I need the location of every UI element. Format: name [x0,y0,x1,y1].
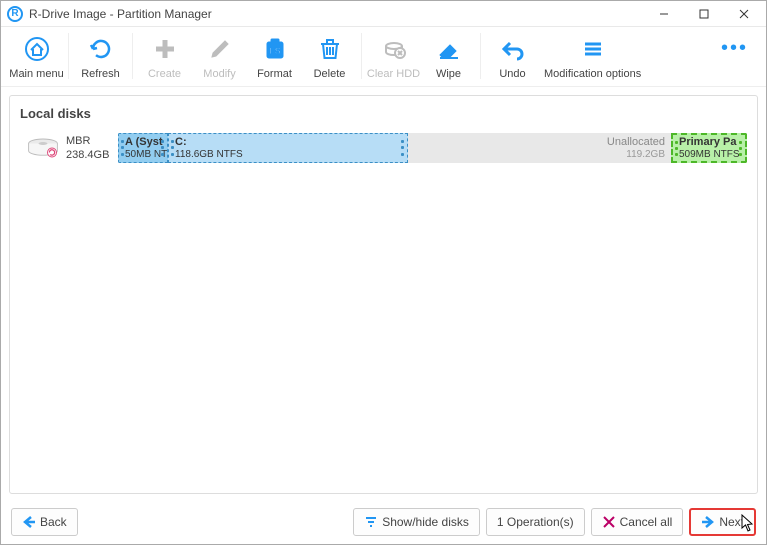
modification-options-label: Modification options [544,68,641,80]
trash-icon [318,36,342,62]
footer: Back Show/hide disks 1 Operation(s) Canc… [1,502,766,544]
modification-options-button[interactable]: Modification options [540,27,645,85]
clear-hdd-button: Clear HDD [366,27,421,85]
window-title: R-Drive Image - Partition Manager [29,7,644,21]
partition-name: Primary Pa [679,136,739,149]
svg-text:FS: FS [269,46,281,56]
modify-button: Modify [192,27,247,85]
undo-button[interactable]: Undo [485,27,540,85]
format-icon: FS [263,36,287,62]
plus-icon [153,36,177,62]
cancel-all-label: Cancel all [620,515,673,529]
close-button[interactable] [724,2,764,26]
clear-hdd-icon [382,36,406,62]
partition-system[interactable]: A (Syst 50MB NTF [118,133,168,163]
disk-row[interactable]: MBR 238.4GB A (Syst 50MB NTF C: 118.6GB … [20,131,747,165]
refresh-label: Refresh [81,68,120,80]
create-label: Create [148,68,181,80]
arrow-left-icon [22,515,36,529]
titlebar: R R-Drive Image - Partition Manager [1,1,766,27]
toolbar: Main menu Refresh Create Modify FS Forma… [1,27,766,87]
partition-c[interactable]: C: 118.6GB NTFS [168,133,408,163]
clear-hdd-label: Clear HDD [367,68,420,80]
cancel-icon [602,515,616,529]
delete-button[interactable]: Delete [302,27,357,85]
create-button: Create [137,27,192,85]
back-button[interactable]: Back [11,508,78,536]
app-icon: R [7,6,23,22]
partition-size: 118.6GB NTFS [175,149,401,161]
undo-label: Undo [499,68,525,80]
partition-bar: A (Syst 50MB NTF C: 118.6GB NTFS Unalloc… [118,133,747,163]
toolbar-separator [132,33,133,79]
format-button[interactable]: FS Format [247,27,302,85]
toolbar-separator [361,33,362,79]
disk-type: MBR [66,134,118,148]
show-hide-disks-button[interactable]: Show/hide disks [353,508,480,536]
disk-icon [20,133,66,163]
partition-name: Unallocated [607,136,665,149]
refresh-button[interactable]: Refresh [73,27,128,85]
format-label: Format [257,68,292,80]
wipe-label: Wipe [436,68,461,80]
partition-size: 50MB NTF [125,149,161,161]
cursor-icon [741,514,755,532]
partition-unallocated[interactable]: Unallocated 119.2GB [408,133,671,163]
partition-name: C: [175,136,401,149]
show-hide-label: Show/hide disks [382,515,469,529]
home-icon [25,36,49,62]
partition-size: 119.2GB [626,149,665,161]
toolbar-separator [480,33,481,79]
partition-primary[interactable]: Primary Pa 509MB NTFS [671,133,747,163]
section-title: Local disks [20,106,747,121]
pencil-icon [208,36,232,62]
options-icon [581,36,605,62]
disk-meta: MBR 238.4GB [66,134,118,162]
partition-size: 509MB NTFS [679,149,739,161]
toolbar-separator [68,33,69,79]
disk-size: 238.4GB [66,148,118,162]
more-button[interactable]: ••• [721,27,758,60]
content-panel: Local disks MBR 238.4GB A (Syst 50MB NTF… [9,95,758,494]
wipe-button[interactable]: Wipe [421,27,476,85]
back-label: Back [40,515,67,529]
minimize-button[interactable] [644,2,684,26]
cancel-all-button[interactable]: Cancel all [591,508,684,536]
operations-button[interactable]: 1 Operation(s) [486,508,585,536]
operations-label: 1 Operation(s) [497,515,574,529]
undo-icon [501,36,525,62]
main-menu-button[interactable]: Main menu [9,27,64,85]
partition-name: A (Syst [125,136,161,149]
maximize-button[interactable] [684,2,724,26]
delete-label: Delete [314,68,346,80]
next-label: Next [719,515,744,529]
eraser-icon [437,36,461,62]
refresh-icon [89,36,113,62]
main-menu-label: Main menu [9,68,63,80]
modify-label: Modify [203,68,235,80]
arrow-right-icon [701,515,715,529]
filter-icon [364,515,378,529]
